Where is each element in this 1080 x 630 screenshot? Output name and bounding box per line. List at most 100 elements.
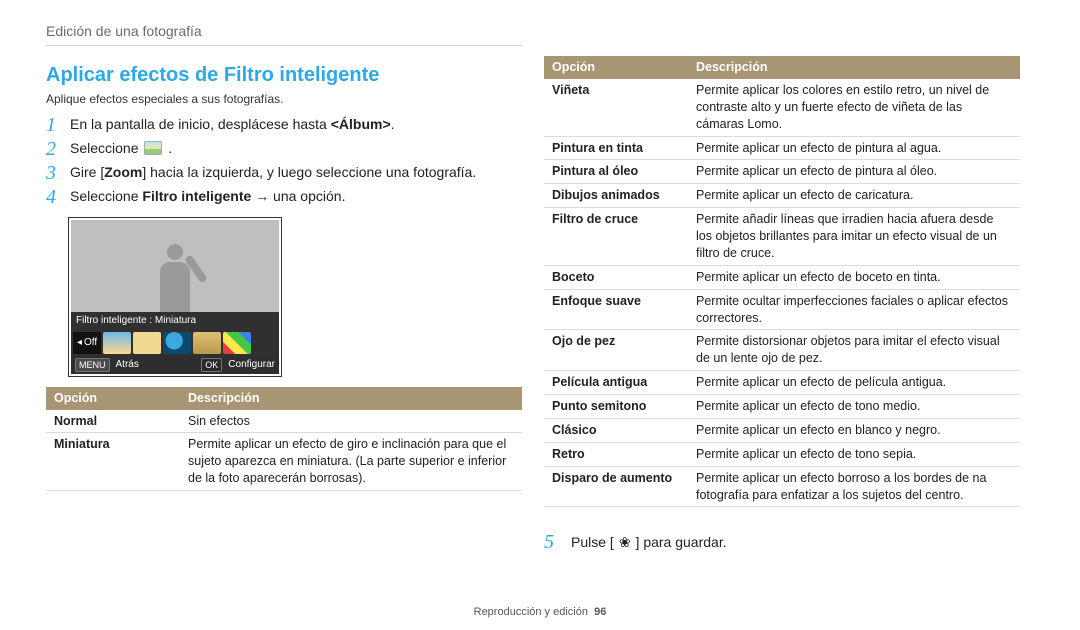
table-row: ViñetaPermite aplicar los colores en est…: [544, 79, 1020, 136]
step-1-album: <Álbum>: [331, 116, 391, 132]
filter-thumb-1: [103, 332, 131, 354]
macro-flower-icon: ❀: [617, 533, 633, 552]
opt-desc: Permite distorsionar objetos para imitar…: [688, 330, 1020, 371]
table-row: Punto semitonoPermite aplicar un efecto …: [544, 395, 1020, 419]
opt-name: Viñeta: [544, 79, 688, 136]
step-number: 2: [46, 139, 70, 159]
intro-text: Aplique efectos especiales a sus fotogra…: [46, 91, 522, 107]
opt-desc: Permite añadir líneas que irradien hacia…: [688, 208, 1020, 266]
step-3: 3 Gire [Zoom] hacia la izquierda, y lueg…: [46, 161, 522, 183]
opt-desc: Permite aplicar un efecto de giro e incl…: [180, 433, 522, 491]
menu-button: MENU: [75, 358, 110, 372]
config-label: Configurar: [228, 358, 275, 372]
step-number: 5: [544, 529, 568, 556]
opt-name: Boceto: [544, 265, 688, 289]
filter-strip: ◂ Off: [71, 330, 279, 356]
opt-name: Película antigua: [544, 371, 688, 395]
table-row: Dibujos animadosPermite aplicar un efect…: [544, 184, 1020, 208]
table-row: Enfoque suavePermite ocultar imperfeccio…: [544, 289, 1020, 330]
chevron-left-icon: ◂: [77, 336, 82, 350]
step-4-text-post: → una opción.: [251, 188, 345, 204]
ok-button: OK: [201, 358, 222, 372]
opt-name: Retro: [544, 442, 688, 466]
step-number: 1: [46, 115, 70, 135]
opt-desc: Permite ocultar imperfecciones faciales …: [688, 289, 1020, 330]
step-5-text-post: ] para guardar.: [636, 533, 727, 552]
footer-page: 96: [594, 606, 606, 618]
opt-name: Filtro de cruce: [544, 208, 688, 266]
table-row: Miniatura Permite aplicar un efecto de g…: [46, 433, 522, 491]
col-description: Descripción: [688, 56, 1020, 79]
step-2: 2 Seleccione .: [46, 137, 522, 159]
table-row: Normal Sin efectos: [46, 410, 522, 433]
table-row: RetroPermite aplicar un efecto de tono s…: [544, 442, 1020, 466]
step-3-zoom: Zoom: [104, 164, 142, 180]
step-3-text-pre: Gire [: [70, 164, 104, 180]
step-5-text-pre: Pulse [: [571, 533, 614, 552]
options-table-right: Opción Descripción ViñetaPermite aplicar…: [544, 56, 1020, 507]
back-label: Atrás: [116, 358, 139, 372]
table-row: Película antiguaPermite aplicar un efect…: [544, 371, 1020, 395]
page-title: Aplicar efectos de Filtro inteligente: [46, 62, 522, 89]
filter-thumb-4: [193, 332, 221, 354]
opt-name: Miniatura: [46, 433, 180, 491]
step-1-text-pre: En la pantalla de inicio, desplácese has…: [70, 116, 331, 132]
opt-name: Normal: [46, 410, 180, 433]
preview-photo-area: [71, 220, 279, 312]
col-option: Opción: [46, 387, 180, 410]
table-row: Ojo de pezPermite distorsionar objetos p…: [544, 330, 1020, 371]
filter-thumb-2: [133, 332, 161, 354]
step-2-text-pre: Seleccione: [70, 140, 142, 156]
table-row: Pintura al óleoPermite aplicar un efecto…: [544, 160, 1020, 184]
opt-desc: Permite aplicar los colores en estilo re…: [688, 79, 1020, 136]
opt-name: Punto semitono: [544, 395, 688, 419]
step-4-bold: Filtro inteligente: [142, 188, 251, 204]
off-label: Off: [84, 336, 97, 350]
step-1-text-post: .: [391, 116, 395, 132]
filter-off-chip: ◂ Off: [73, 332, 101, 354]
album-thumb-icon: [144, 141, 162, 155]
steps-list: 1 En la pantalla de inicio, desplácese h…: [46, 113, 522, 207]
table-row: ClásicoPermite aplicar un efecto en blan…: [544, 418, 1020, 442]
filter-label: Filtro inteligente : Miniatura: [71, 312, 279, 330]
footer-section: Reproducción y edición: [474, 606, 588, 618]
opt-name: Disparo de aumento: [544, 466, 688, 507]
filter-thumb-5: [223, 332, 251, 354]
opt-desc: Permite aplicar un efecto de pintura al …: [688, 160, 1020, 184]
step-1: 1 En la pantalla de inicio, desplácese h…: [46, 113, 522, 135]
opt-desc: Permite aplicar un efecto en blanco y ne…: [688, 418, 1020, 442]
silhouette-icon: [155, 244, 195, 312]
step-4: 4 Seleccione Filtro inteligente → una op…: [46, 185, 522, 207]
opt-desc: Sin efectos: [180, 410, 522, 433]
table-row: Pintura en tintaPermite aplicar un efect…: [544, 136, 1020, 160]
table-row: BocetoPermite aplicar un efecto de bocet…: [544, 265, 1020, 289]
table-row: Filtro de crucePermite añadir líneas que…: [544, 208, 1020, 266]
col-description: Descripción: [180, 387, 522, 410]
opt-name: Pintura en tinta: [544, 136, 688, 160]
step-number: 3: [46, 163, 70, 183]
filter-thumb-3: [163, 332, 191, 354]
step-3-text-post: ] hacia la izquierda, y luego seleccione…: [142, 164, 476, 180]
step-number: 4: [46, 187, 70, 207]
preview-bottom-bar: MENU Atrás OK Configurar: [71, 356, 279, 374]
camera-ui-preview: Filtro inteligente : Miniatura ◂ Off MEN…: [68, 217, 282, 377]
page-footer: Reproducción y edición 96: [0, 605, 1080, 620]
opt-name: Dibujos animados: [544, 184, 688, 208]
opt-desc: Permite aplicar un efecto de pintura al …: [688, 136, 1020, 160]
opt-desc: Permite aplicar un efecto de tono sepia.: [688, 442, 1020, 466]
opt-name: Ojo de pez: [544, 330, 688, 371]
opt-desc: Permite aplicar un efecto de película an…: [688, 371, 1020, 395]
opt-desc: Permite aplicar un efecto de boceto en t…: [688, 265, 1020, 289]
opt-desc: Permite aplicar un efecto de tono medio.: [688, 395, 1020, 419]
step-4-text-pre: Seleccione: [70, 188, 142, 204]
section-header: Edición de una fotografía: [46, 22, 522, 46]
opt-desc: Permite aplicar un efecto de caricatura.: [688, 184, 1020, 208]
opt-name: Clásico: [544, 418, 688, 442]
opt-desc: Permite aplicar un efecto borroso a los …: [688, 466, 1020, 507]
opt-name: Enfoque suave: [544, 289, 688, 330]
step-5: 5 Pulse [❀] para guardar.: [544, 529, 1020, 556]
col-option: Opción: [544, 56, 688, 79]
table-row: Disparo de aumentoPermite aplicar un efe…: [544, 466, 1020, 507]
step-2-text-post: .: [168, 140, 172, 156]
options-table-left: Opción Descripción Normal Sin efectos Mi…: [46, 387, 522, 491]
